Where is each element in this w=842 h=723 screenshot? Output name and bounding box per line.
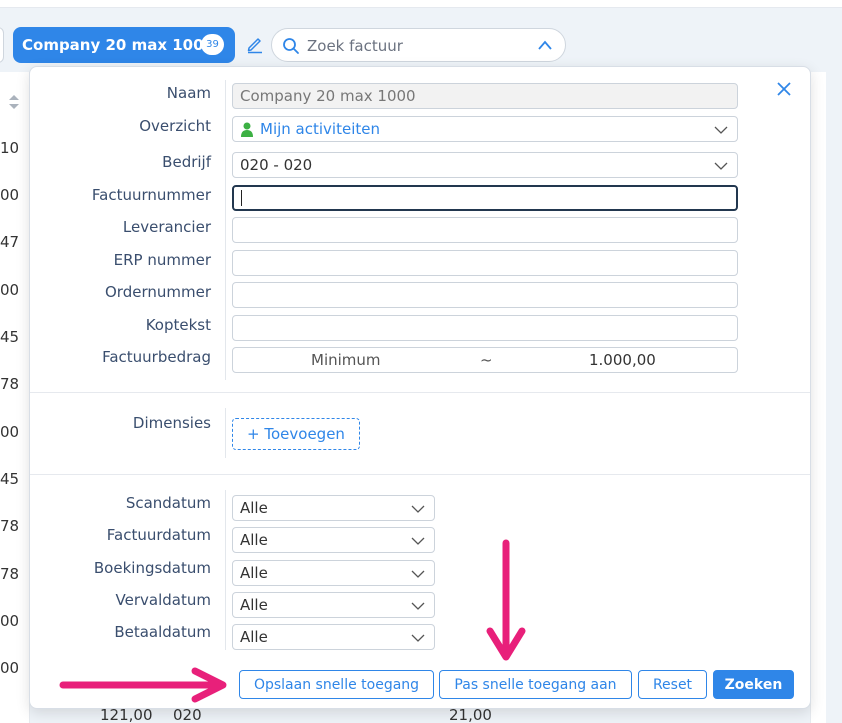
pencil-icon[interactable] — [245, 34, 265, 54]
chip-label: Company 20 max 1000 — [22, 36, 214, 54]
table-cell: 78 — [0, 517, 20, 535]
divider — [30, 474, 810, 475]
chevron-down-icon — [411, 602, 425, 610]
bedrijf-select[interactable]: 020 - 020 — [232, 152, 738, 178]
date-filter-value: Alle — [240, 596, 268, 614]
range-separator: ~ — [480, 351, 493, 369]
invoice-table-right — [810, 72, 826, 723]
label-naam: Naam — [166, 84, 211, 102]
label-leverancier: Leverancier — [122, 218, 211, 236]
bedrijf-value: 020 - 020 — [240, 156, 313, 174]
label-overzicht: Overzicht — [139, 117, 211, 135]
label-date-filter: Factuurdatum — [106, 526, 211, 544]
sort-icon[interactable] — [8, 93, 20, 111]
edit-quick-access-button[interactable]: Pas snelle toegang aan — [439, 670, 632, 699]
divider-vertical — [225, 80, 226, 380]
chevron-down-icon — [714, 162, 728, 170]
invoice-search[interactable]: Zoek factuur — [271, 28, 566, 62]
label-erp-nummer: ERP nummer — [113, 251, 211, 269]
table-cell: 00 — [0, 281, 20, 299]
date-filter-select[interactable]: Alle — [232, 495, 435, 521]
table-cell: 78 — [0, 565, 20, 583]
user-icon — [241, 122, 253, 137]
table-cell: 00 — [0, 423, 20, 441]
top-strip — [0, 0, 842, 8]
date-filter-value: Alle — [240, 499, 268, 517]
add-dimension-button[interactable]: + Toevoegen — [232, 418, 360, 450]
table-cell: 78 — [0, 375, 20, 393]
overzicht-value: Mijn activiteiten — [260, 120, 380, 138]
table-cell: 10 — [0, 139, 20, 157]
chevron-down-icon — [411, 570, 425, 578]
save-quick-access-button[interactable]: Opslaan snelle toegang — [239, 670, 434, 699]
label-koptekst: Koptekst — [145, 316, 211, 334]
date-filter-select[interactable]: Alle — [232, 560, 435, 586]
label-factuurbedrag: Factuurbedrag — [102, 348, 211, 366]
previous-chip[interactable] — [0, 27, 4, 63]
table-cell: 47 — [0, 233, 20, 251]
divider-vertical — [225, 490, 226, 650]
date-filter-select[interactable]: Alle — [232, 592, 435, 618]
chevron-down-icon — [411, 505, 425, 513]
close-icon[interactable] — [775, 80, 793, 98]
date-filter-value: Alle — [240, 564, 268, 582]
table-cell: 00 — [0, 186, 20, 204]
factuurbedrag-range[interactable]: Minimum ~ 1.000,00 — [232, 347, 738, 373]
label-date-filter: Boekingsdatum — [93, 559, 211, 577]
chevron-up-icon[interactable] — [536, 37, 554, 55]
reset-button[interactable]: Reset — [638, 670, 707, 699]
table-cell: 00 — [0, 659, 20, 677]
naam-field: Company 20 max 1000 — [232, 83, 738, 109]
table-cell: 45 — [0, 328, 20, 346]
label-date-filter: Vervaldatum — [115, 591, 211, 609]
label-factuurnummer: Factuurnummer — [91, 186, 211, 204]
chevron-down-icon — [714, 126, 728, 134]
divider-vertical — [225, 408, 226, 458]
search-icon — [283, 38, 299, 54]
table-cell: 00 — [0, 612, 20, 630]
date-filter-value: Alle — [240, 628, 268, 646]
label-dimensies: Dimensies — [132, 414, 211, 432]
chevron-down-icon — [411, 537, 425, 545]
label-ordernummer: Ordernummer — [105, 283, 211, 301]
date-filter-select[interactable]: Alle — [232, 624, 435, 650]
erp-nummer-input[interactable] — [232, 250, 738, 276]
chip-count-badge: 39 — [201, 34, 224, 55]
date-filter-select[interactable]: Alle — [232, 527, 435, 553]
label-date-filter: Scandatum — [125, 494, 211, 512]
text-cursor — [241, 190, 242, 206]
quick-access-chip[interactable]: Company 20 max 1000 39 — [13, 27, 235, 63]
search-input[interactable]: Zoek factuur — [307, 37, 403, 55]
koptekst-input[interactable] — [232, 315, 738, 341]
date-filter-value: Alle — [240, 531, 268, 549]
annotation-arrow-right-icon — [59, 667, 227, 703]
table-cell: 45 — [0, 470, 20, 488]
ordernummer-input[interactable] — [232, 282, 738, 308]
maximum-input[interactable]: 1.000,00 — [589, 351, 656, 369]
chevron-down-icon — [411, 634, 425, 642]
minimum-input[interactable]: Minimum — [311, 351, 381, 369]
factuurnummer-input[interactable] — [232, 185, 738, 211]
leverancier-input[interactable] — [232, 217, 738, 243]
divider — [30, 392, 810, 393]
label-date-filter: Betaaldatum — [114, 623, 211, 641]
overzicht-select[interactable]: Mijn activiteiten — [232, 116, 738, 142]
annotation-arrow-down-icon — [486, 539, 526, 661]
label-bedrijf: Bedrijf — [162, 153, 211, 171]
naam-value: Company 20 max 1000 — [240, 87, 416, 105]
search-button[interactable]: Zoeken — [713, 670, 794, 699]
